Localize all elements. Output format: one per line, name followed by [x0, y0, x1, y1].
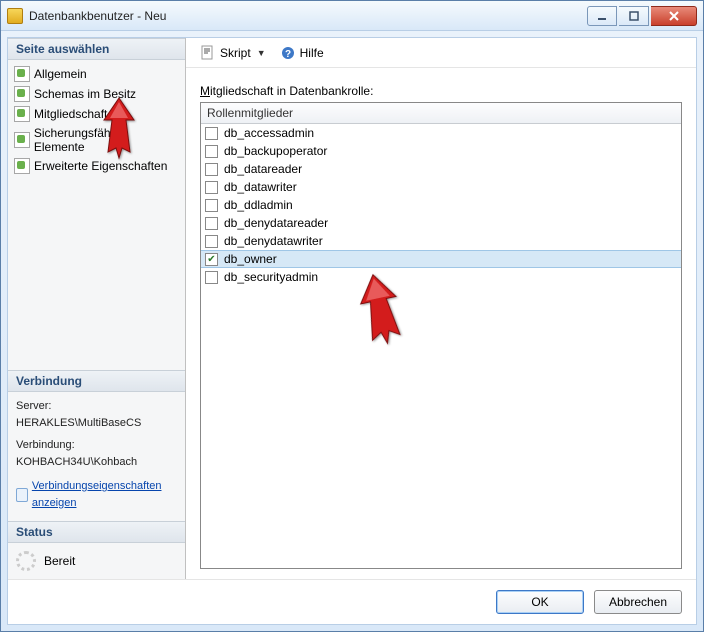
page-icon [14, 106, 30, 122]
role-row[interactable]: db_denydatawriter [201, 232, 681, 250]
membership-label: Mitgliedschaft in Datenbankrolle: [200, 84, 682, 98]
role-row[interactable]: db_ddladmin [201, 196, 681, 214]
role-row[interactable]: db_securityadmin [201, 268, 681, 286]
minimize-button[interactable] [587, 6, 617, 26]
role-row[interactable]: ✔ db_owner [201, 250, 681, 268]
role-checkbox[interactable]: ✔ [205, 253, 218, 266]
role-name: db_ddladmin [224, 198, 293, 212]
close-icon [668, 10, 680, 22]
role-checkbox[interactable] [205, 145, 218, 158]
role-checkbox[interactable] [205, 163, 218, 176]
page-icon [14, 66, 30, 82]
svg-text:?: ? [285, 49, 291, 60]
help-label: Hilfe [300, 46, 324, 60]
window-controls [587, 6, 697, 26]
chevron-down-icon: ▼ [255, 48, 268, 58]
sidebar-item-label: Erweiterte Eigenschaften [34, 159, 167, 173]
page-icon [14, 158, 30, 174]
sidebar-item-mitgliedschaft[interactable]: Mitgliedschaft [10, 104, 183, 124]
server-label: Server: [16, 398, 177, 415]
role-name: db_backupoperator [224, 144, 327, 158]
page-icon [14, 86, 30, 102]
sidebar-item-allgemein[interactable]: Allgemein [10, 64, 183, 84]
app-icon [7, 8, 23, 24]
ok-button[interactable]: OK [496, 590, 584, 614]
roles-listbox[interactable]: Rollenmitglieder db_accessadmin db_backup… [200, 102, 682, 569]
link-label: Verbindungseigenschaften anzeigen [32, 478, 177, 511]
connection-value: KOHBACH34U\Kohbach [16, 454, 177, 471]
sidebar-item-sicherungsfaehige[interactable]: Sicherungsfähige Elemente [10, 124, 183, 156]
toolbar: Skript ▼ ? Hilfe [186, 38, 696, 68]
sidebar-item-label: Allgemein [34, 67, 87, 81]
client-area: Seite auswählen Allgemein Schemas im Bes… [7, 37, 697, 625]
page-icon [14, 132, 30, 148]
script-button[interactable]: Skript ▼ [196, 43, 272, 63]
pages-header: Seite auswählen [8, 38, 185, 60]
cancel-button[interactable]: Abbrechen [594, 590, 682, 614]
sidebar-item-schemas[interactable]: Schemas im Besitz [10, 84, 183, 104]
role-checkbox[interactable] [205, 271, 218, 284]
role-name: db_securityadmin [224, 270, 318, 284]
window-title: Datenbankbenutzer - Neu [29, 9, 587, 23]
titlebar: Datenbankbenutzer - Neu [1, 1, 703, 31]
role-row[interactable]: db_backupoperator [201, 142, 681, 160]
help-button[interactable]: ? Hilfe [276, 43, 328, 63]
role-row[interactable]: db_datawriter [201, 178, 681, 196]
role-checkbox[interactable] [205, 235, 218, 248]
role-row[interactable]: db_denydatareader [201, 214, 681, 232]
role-name: db_owner [224, 252, 277, 266]
main-panel: Skript ▼ ? Hilfe Mitgliedschaft in Daten… [186, 38, 696, 579]
spinner-icon [16, 551, 36, 571]
sidebar-item-label: Schemas im Besitz [34, 87, 136, 101]
connection-label: Verbindung: [16, 437, 177, 454]
connection-body: Server: HERAKLES\MultiBaseCS Verbindung:… [8, 392, 185, 521]
status-body: Bereit [8, 543, 185, 579]
properties-icon [16, 488, 28, 502]
sidebar-item-label: Mitgliedschaft [34, 107, 107, 121]
content-area: Mitgliedschaft in Datenbankrolle: Rollen… [186, 68, 696, 579]
roles-list-items: db_accessadmin db_backupoperator db_datare… [201, 124, 681, 568]
dialog-body: Seite auswählen Allgemein Schemas im Bes… [8, 38, 696, 579]
role-row[interactable]: db_accessadmin [201, 124, 681, 142]
dialog-window: Datenbankbenutzer - Neu Seite auswählen … [0, 0, 704, 632]
status-text: Bereit [44, 554, 75, 568]
minimize-icon [596, 10, 608, 22]
status-header: Status [8, 521, 185, 543]
role-name: db_denydatareader [224, 216, 328, 230]
roles-column-header[interactable]: Rollenmitglieder [201, 103, 681, 124]
sidebar: Seite auswählen Allgemein Schemas im Bes… [8, 38, 186, 579]
role-checkbox[interactable] [205, 127, 218, 140]
help-icon: ? [280, 45, 296, 61]
maximize-button[interactable] [619, 6, 649, 26]
script-label: Skript [220, 46, 251, 60]
role-name: db_accessadmin [224, 126, 314, 140]
dialog-footer: OK Abbrechen [8, 579, 696, 624]
sidebar-item-erweiterte[interactable]: Erweiterte Eigenschaften [10, 156, 183, 176]
role-checkbox[interactable] [205, 199, 218, 212]
role-row[interactable]: db_datareader [201, 160, 681, 178]
sidebar-item-label: Sicherungsfähige Elemente [34, 126, 179, 154]
server-value: HERAKLES\MultiBaseCS [16, 415, 177, 432]
connection-header: Verbindung [8, 370, 185, 392]
role-checkbox[interactable] [205, 181, 218, 194]
role-name: db_datareader [224, 162, 302, 176]
role-name: db_datawriter [224, 180, 297, 194]
role-name: db_denydatawriter [224, 234, 323, 248]
script-icon [200, 45, 216, 61]
page-list: Allgemein Schemas im Besitz Mitgliedscha… [8, 60, 185, 180]
close-button[interactable] [651, 6, 697, 26]
connection-properties-link[interactable]: Verbindungseigenschaften anzeigen [16, 478, 177, 511]
role-checkbox[interactable] [205, 217, 218, 230]
maximize-icon [628, 10, 640, 22]
